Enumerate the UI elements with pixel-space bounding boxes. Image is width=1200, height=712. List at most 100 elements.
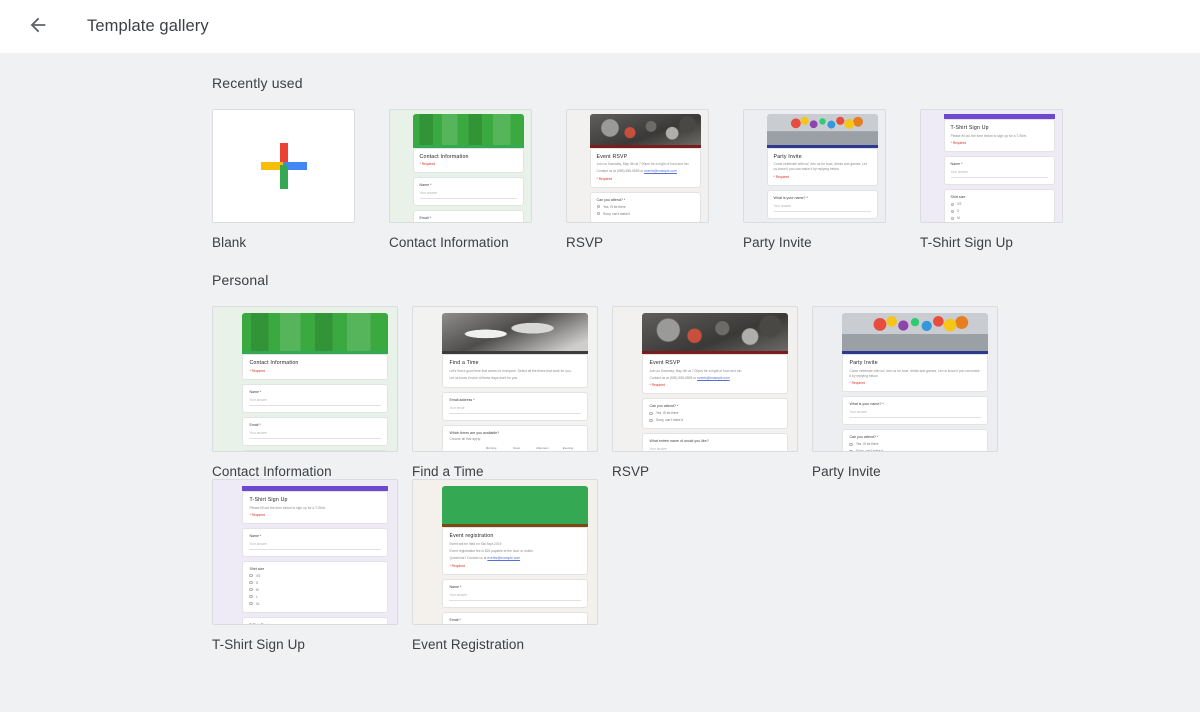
preview-option: M xyxy=(249,588,380,592)
preview-required-note: * Required xyxy=(597,177,694,181)
preview-underline xyxy=(774,211,871,212)
template-card-party-invite[interactable]: Party InviteCome celebrate with us! Join… xyxy=(743,109,903,250)
template-card-event-registration[interactable]: Event registrationEvent will be held on … xyxy=(412,479,612,652)
preview-title-card: Party InviteCome celebrate with us! Join… xyxy=(767,148,878,186)
preview-required-note: * Required xyxy=(249,513,380,517)
radio-icon xyxy=(249,595,253,599)
radio-icon xyxy=(597,205,601,209)
back-button[interactable] xyxy=(18,7,58,47)
form-preview: Party InviteCome celebrate with us! Join… xyxy=(813,307,997,451)
template-thumbnail[interactable]: Contact Information* RequiredName *Your … xyxy=(212,306,398,452)
preview-title: Event registration xyxy=(449,533,580,540)
radio-icon xyxy=(597,212,601,216)
form-preview: T-Shirt Sign UpPlease fill out the form … xyxy=(921,110,1062,222)
template-card-contact-information[interactable]: Contact Information* RequiredName *Your … xyxy=(389,109,549,250)
preview-question-label: Name * xyxy=(249,534,380,538)
radio-icon xyxy=(249,588,253,592)
preview-title-card: Event RSVPJoin us Saturday, May 4th at 7… xyxy=(590,148,701,188)
preview-option: XL xyxy=(249,602,380,606)
preview-title-card: Event registrationEvent will be held on … xyxy=(442,527,587,574)
preview-link[interactable]: events@example.com xyxy=(487,556,520,560)
template-gallery-body: Recently used Blank Contact Information*… xyxy=(0,53,1200,712)
template-thumbnail[interactable] xyxy=(212,109,355,223)
preview-option: S xyxy=(951,209,1048,213)
preview-question-card: Address *Your answer xyxy=(242,450,387,452)
preview-question-label: Email * xyxy=(420,216,517,220)
preview-banner-image xyxy=(767,114,878,144)
preview-description: Come celebrate with us! Join us for food… xyxy=(849,369,980,379)
preview-option: Sorry, can't make it xyxy=(649,418,780,422)
preview-question-card: Can you attend? * Yes, I'll be there Sor… xyxy=(842,429,987,452)
template-thumbnail[interactable]: T-Shirt Sign UpPlease fill out the form … xyxy=(212,479,398,625)
template-card-contact-information[interactable]: Contact Information* RequiredName *Your … xyxy=(212,306,412,479)
preview-question-card: T-Shirt Preview xyxy=(242,617,387,625)
template-thumbnail[interactable]: Contact Information* RequiredName *Your … xyxy=(389,109,532,223)
template-card-rsvp[interactable]: Event RSVPJoin us Saturday, May 4th at 7… xyxy=(566,109,726,250)
preview-question-label: Name * xyxy=(249,390,380,394)
radio-icon xyxy=(249,574,253,578)
preview-link[interactable]: events@example.com xyxy=(697,376,730,380)
preview-underline xyxy=(449,413,580,414)
preview-question-card: Email *Your answer xyxy=(413,210,524,223)
form-preview: Event RSVPJoin us Saturday, May 4th at 7… xyxy=(567,110,708,222)
preview-question-card: What is your name? *Your answer xyxy=(842,396,987,425)
template-label: Party Invite xyxy=(743,223,903,250)
preview-title-card: T-Shirt Sign UpPlease fill out the form … xyxy=(944,119,1055,152)
preview-title: Contact Information xyxy=(249,360,380,367)
preview-placeholder: Your answer xyxy=(951,170,1048,174)
template-thumbnail[interactable]: Event registrationEvent will be held on … xyxy=(412,479,598,625)
preview-placeholder: Your answer xyxy=(774,204,871,208)
template-thumbnail[interactable]: Find a Time Let's find a good time that w… xyxy=(412,306,598,452)
preview-banner-image xyxy=(842,313,987,352)
preview-placeholder: Your answer xyxy=(249,398,380,402)
preview-option: Sorry, can't make it xyxy=(597,212,694,216)
preview-question-card: Name *Your answer xyxy=(242,528,387,557)
preview-link[interactable]: events@example.com xyxy=(644,169,677,173)
section-recently-used: Recently used Blank Contact Information*… xyxy=(212,53,1200,250)
radio-icon xyxy=(951,217,955,221)
form-preview-sheet: Contact Information* RequiredName *Your … xyxy=(413,114,524,222)
preview-option: Sorry, can't make it xyxy=(849,449,980,452)
template-card-blank[interactable]: Blank xyxy=(212,109,372,250)
template-label: Party Invite xyxy=(812,452,1012,479)
template-label: Contact Information xyxy=(389,223,549,250)
template-thumbnail[interactable]: Party InviteCome celebrate with us! Join… xyxy=(812,306,998,452)
preview-underline xyxy=(951,177,1048,178)
template-thumbnail[interactable]: Event RSVPJoin us Saturday, May 4th at 7… xyxy=(612,306,798,452)
radio-icon xyxy=(649,419,653,423)
preview-title: Find a Time xyxy=(449,360,580,367)
preview-question-label: T-Shirt Preview xyxy=(249,623,380,625)
preview-underline xyxy=(449,600,580,601)
preview-required-note: * Required xyxy=(649,383,780,387)
preview-title: Event RSVP xyxy=(649,360,780,367)
preview-title: Contact Information xyxy=(420,154,517,161)
content-wrap: Recently used Blank Contact Information*… xyxy=(0,53,1200,652)
form-preview-sheet: Event RSVPJoin us Saturday, May 4th at 7… xyxy=(590,114,701,222)
template-card-rsvp[interactable]: Event RSVPJoin us Saturday, May 4th at 7… xyxy=(612,306,812,479)
form-preview: T-Shirt Sign UpPlease fill out the form … xyxy=(213,480,397,624)
template-card-t-shirt-sign-up[interactable]: T-Shirt Sign UpPlease fill out the form … xyxy=(920,109,1080,250)
preview-option: XS xyxy=(249,574,380,578)
form-preview-sheet: T-Shirt Sign UpPlease fill out the form … xyxy=(944,114,1055,222)
template-card-t-shirt-sign-up[interactable]: T-Shirt Sign UpPlease fill out the form … xyxy=(212,479,412,652)
preview-underline xyxy=(849,417,980,418)
template-thumbnail[interactable]: Party InviteCome celebrate with us! Join… xyxy=(743,109,886,223)
preview-question-card: What entrée name of would you like?Your … xyxy=(642,433,787,452)
preview-description: Let's find a good time that works for ev… xyxy=(449,369,580,374)
preview-grid-question: Which times are you available? Choose al… xyxy=(442,425,587,452)
form-preview: Contact Information* RequiredName *Your … xyxy=(390,110,531,222)
template-grid: Contact Information* RequiredName *Your … xyxy=(212,306,1200,652)
preview-question-label: Can you attend? * xyxy=(597,198,694,202)
preview-question-card: Email *Your answer xyxy=(242,417,387,446)
template-card-party-invite[interactable]: Party Invite Come celebrate with us! Join… xyxy=(812,306,1012,479)
template-card-find-a-time[interactable]: Find a Time Let's find a good time that w… xyxy=(412,306,612,479)
preview-banner-image xyxy=(642,313,787,352)
template-thumbnail[interactable]: T-Shirt Sign UpPlease fill out the form … xyxy=(920,109,1063,223)
form-preview-sheet: Party InviteCome celebrate with us! Join… xyxy=(767,114,878,222)
preview-question-label: Name * xyxy=(449,585,580,589)
preview-question-card: Can you attend? * Yes, I'll be there Sor… xyxy=(590,192,701,223)
preview-required-note: * Required xyxy=(420,162,517,166)
template-thumbnail[interactable]: Event RSVPJoin us Saturday, May 4th at 7… xyxy=(566,109,709,223)
radio-icon xyxy=(249,602,253,606)
preview-grid: MorningNoonAfternoonEveningMondayTuesday xyxy=(449,446,580,452)
